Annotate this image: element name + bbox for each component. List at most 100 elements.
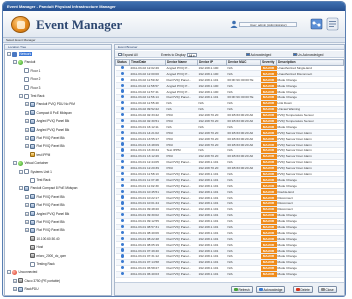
table-row[interactable]: 2011-03-01 06:40:03 Flat PVIQ Panel... 192…: [115, 271, 344, 278]
close-button[interactable]: Close: [318, 286, 337, 293]
tree-node-label: Systems Unit 1: [30, 169, 52, 174]
tree-node[interactable]: Test Rack: [25, 177, 51, 183]
event-status-icon: [120, 130, 125, 134]
tree-expander-icon[interactable]: +: [25, 211, 29, 216]
expand-all-toggle[interactable]: Expand All: [118, 53, 138, 57]
column-header[interactable]: Severity: [260, 59, 277, 66]
tree-node[interactable]: + Angled PVIQ Panel Blk: [25, 127, 69, 133]
tree-expander-icon[interactable]: -: [19, 186, 23, 191]
events-to-display: Events to Display All ▾: [161, 52, 197, 58]
tree-expander-icon[interactable]: +: [13, 287, 17, 292]
tree-expander-icon[interactable]: -: [13, 60, 17, 65]
tree-node[interactable]: + Flat PVIQ Panel Blk: [25, 194, 65, 200]
tree-node[interactable]: + Compact 8 PoE Midspan: [25, 110, 72, 116]
node-node-icon: [30, 152, 35, 158]
tree-node-label: Panduit: [24, 60, 36, 65]
tree-node[interactable]: micro_2000_dc_qcm: [25, 253, 66, 259]
app-window: Event Manager - Panduit Physical Infrast…: [2, 1, 346, 297]
tree-expander-icon[interactable]: +: [25, 144, 29, 149]
tree-node[interactable]: Host: [25, 244, 43, 250]
red-node-icon: [12, 269, 17, 275]
root-node-icon: [12, 51, 17, 57]
table-cell: 192.168.1.101: [197, 271, 227, 278]
refresh-button[interactable]: Refresh: [231, 286, 253, 293]
tree-node[interactable]: 10.100.60.50.40: [25, 236, 60, 242]
acknowledged-filter[interactable]: Acknowledged: [246, 53, 271, 57]
tree-expander-icon[interactable]: +: [25, 136, 29, 140]
status-strip: Select Event Manager: [3, 38, 345, 43]
tree-node[interactable]: Floor 2: [19, 76, 40, 82]
event-status-icon: [120, 136, 125, 140]
dev-node-icon: [30, 227, 35, 233]
acknowledge-icon: [259, 287, 263, 292]
tree-node-label: Flat PVIQ Panel Blk: [36, 136, 65, 140]
events-to-display-select[interactable]: All ▾: [186, 52, 197, 58]
tree-node[interactable]: + Flat PVIQ Panel Blk: [25, 202, 65, 208]
tree-node[interactable]: + Flat PVIQ Panel Blk: [25, 219, 65, 225]
tree-node-label: Unconnected: [18, 270, 38, 275]
acknowledged-label: Acknowledged: [250, 52, 272, 57]
dev-node-icon: [30, 127, 35, 133]
tree-node[interactable]: - Test Rack: [19, 93, 45, 99]
tree-node[interactable]: - Virtual Container: [13, 160, 48, 166]
event-status-icon: [120, 207, 125, 211]
tree-expander-icon[interactable]: -: [19, 94, 23, 98]
delete-button[interactable]: Delete: [293, 286, 313, 293]
tree-node[interactable]: + Flat PVIQ Panel Blk: [25, 143, 65, 149]
acknowledge-button[interactable]: Acknowledge: [256, 286, 286, 293]
tree-node-label: Flat PVIQ Panel Blk: [36, 144, 65, 149]
event-browser-header: Event Browser: [115, 45, 344, 50]
tree-node[interactable]: + Flat PVIQ Panel Blk: [25, 227, 65, 233]
event-status-icon: [120, 272, 125, 276]
green-node-icon: [18, 160, 23, 166]
location-tree[interactable]: - Network - Panduit Floor 1 Floor 2 Floor 3- Te…: [5, 51, 111, 295]
event-status-icon: [120, 236, 125, 240]
host-node-icon: [30, 236, 35, 242]
events-table[interactable]: Status Time/Date Device Name Device IP Devic…: [115, 59, 344, 283]
unacknowledged-checkbox[interactable]: [293, 52, 297, 57]
tree-node[interactable]: + RackPDU: [13, 286, 39, 292]
tree-expander-icon[interactable]: +: [25, 203, 29, 208]
tree-node[interactable]: Floor 3: [19, 85, 40, 91]
tree-expander-icon[interactable]: -: [13, 161, 17, 166]
tree-node[interactable]: + Panduit PVIQ PDU No PIM: [25, 101, 75, 107]
help-icon[interactable]: [326, 16, 339, 32]
acknowledged-checkbox[interactable]: [246, 52, 250, 57]
tree-node[interactable]: - Panduit: [13, 59, 35, 65]
tree-expander-icon[interactable]: +: [13, 278, 17, 283]
delete-icon: [296, 287, 300, 292]
app-header: Event Manager User: admin (Administrator…: [3, 11, 345, 38]
delete-button-label: Delete: [300, 287, 310, 292]
status-cell: [115, 271, 130, 278]
tree-node[interactable]: + Flat PVIQ Panel Blk: [25, 135, 65, 141]
expand-all-checkbox[interactable]: [118, 52, 122, 57]
event-status-icon: [120, 112, 125, 117]
tree-node[interactable]: + Angled PVIQ Panel Blk: [25, 211, 69, 217]
chevron-down-icon: ▾: [193, 53, 195, 58]
tree-node[interactable]: - Network: [7, 51, 33, 57]
tree-expander-icon[interactable]: -: [7, 270, 11, 275]
current-user-label: User: admin (Administrator): [239, 22, 297, 27]
tree-expander-icon[interactable]: +: [25, 228, 29, 233]
tree-node[interactable]: Floor 1: [19, 68, 40, 74]
tree-expander-icon[interactable]: +: [25, 102, 29, 107]
event-status-icon: [120, 195, 125, 199]
event-status-icon: [120, 230, 125, 234]
tree-expander-icon[interactable]: -: [19, 169, 23, 174]
app-title: Event Manager: [36, 17, 123, 32]
tree-expander-icon[interactable]: +: [25, 194, 29, 199]
tree-expander-icon[interactable]: +: [25, 110, 29, 115]
tree-expander-icon[interactable]: +: [25, 127, 29, 132]
tree-node[interactable]: Testing Rack: [25, 261, 55, 267]
tree-expander-icon[interactable]: -: [7, 52, 11, 56]
tree-node[interactable]: + Angled PVIQ Panel Blk: [25, 118, 69, 124]
tree-node[interactable]: - Systems Unit 1: [19, 169, 52, 175]
tree-node[interactable]: + Cisco 3750 (PE portable): [13, 278, 60, 284]
unacknowledged-filter[interactable]: Un-Acknowledged: [293, 53, 323, 57]
tree-node[interactable]: test IPPM: [25, 152, 50, 158]
tree-node[interactable]: - Panduit Compact 8 PoE Midspan: [19, 185, 77, 191]
tree-node[interactable]: - Unconnected: [7, 269, 37, 275]
network-map-icon[interactable]: [310, 16, 323, 32]
tree-expander-icon[interactable]: +: [25, 119, 29, 124]
tree-expander-icon[interactable]: +: [25, 220, 29, 224]
